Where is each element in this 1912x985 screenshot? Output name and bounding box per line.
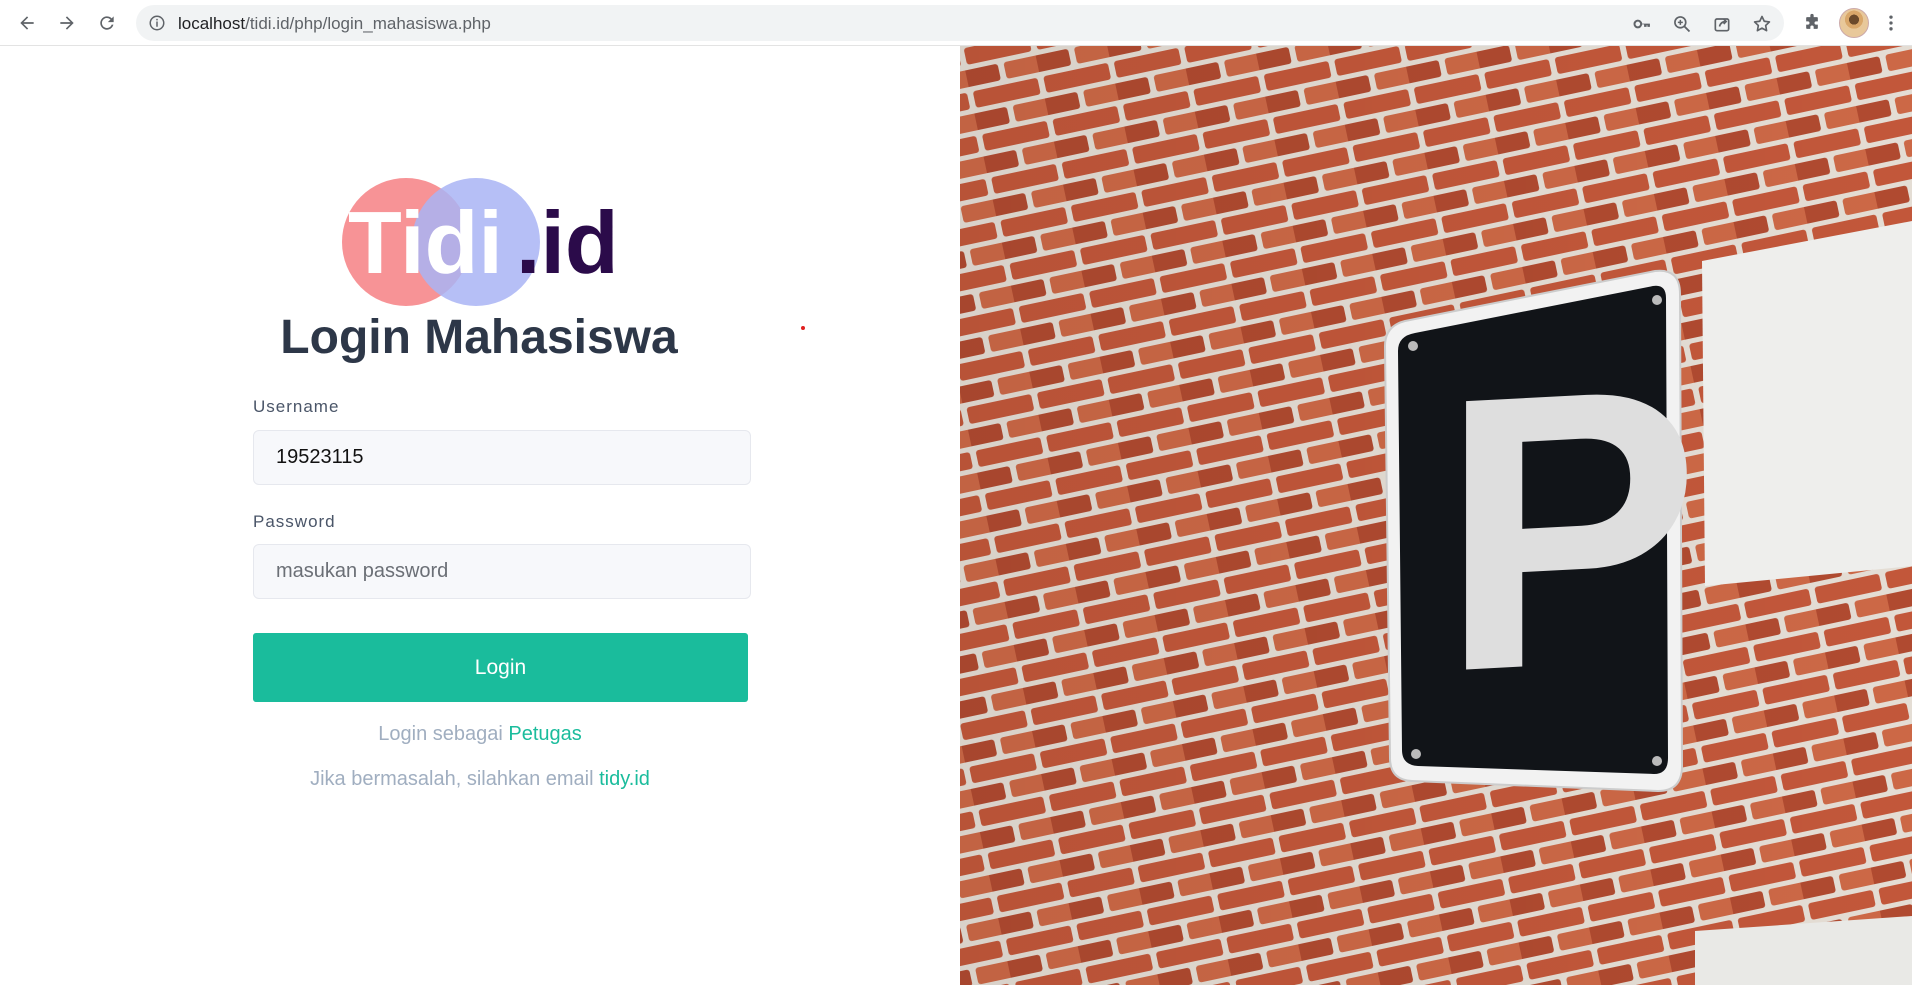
share-icon: [1714, 18, 1730, 32]
password-input[interactable]: [253, 544, 751, 599]
petugas-link[interactable]: Petugas: [508, 723, 581, 745]
more-vert-icon: [1889, 15, 1893, 31]
url-text: localhost/tidi.id/php/login_mahasiswa.ph…: [178, 14, 491, 34]
password-label: Password: [253, 512, 336, 531]
profile-avatar[interactable]: [1839, 8, 1869, 38]
share-button[interactable]: [1710, 12, 1734, 36]
extensions-button[interactable]: [1799, 10, 1825, 36]
help-prefix: Jika bermasalah, silahkan email: [310, 768, 600, 790]
reload-icon: [100, 16, 114, 30]
zoom-button[interactable]: [1670, 12, 1694, 36]
email-link[interactable]: tidy.id: [599, 768, 650, 790]
address-bar[interactable]: localhost/tidi.id/php/login_mahasiswa.ph…: [136, 5, 1784, 41]
forward-button[interactable]: [51, 7, 83, 39]
url-path: /tidi.id/php/login_mahasiswa.php: [245, 14, 491, 33]
back-button[interactable]: [11, 7, 43, 39]
arrow-left-icon: [20, 16, 34, 30]
username-label: Username: [253, 397, 340, 416]
puzzle-icon: [1806, 13, 1818, 29]
tidi-logo: Tidi .id: [342, 178, 619, 306]
red-dot-marker: [801, 326, 805, 330]
help-text: Jika bermasalah, silahkan email tidy.id: [0, 768, 960, 791]
login-button[interactable]: Login: [253, 633, 748, 702]
login-panel: Tidi .id Login Mahasiswa Username Passwo…: [0, 46, 960, 985]
star-icon: [1753, 15, 1771, 32]
key-icon: [1633, 19, 1650, 29]
alt-login-text: Login sebagai Petugas: [0, 723, 960, 746]
info-icon[interactable]: [148, 14, 166, 32]
reload-button[interactable]: [91, 7, 123, 39]
username-input[interactable]: [253, 430, 751, 485]
parking-sign: P: [1383, 269, 1700, 793]
logo-text-suffix: .id: [516, 193, 619, 292]
url-host: localhost: [178, 14, 246, 33]
bookmark-button[interactable]: [1750, 12, 1774, 36]
hero-image: P: [960, 46, 1912, 985]
brick-wall-illustration: P: [960, 46, 1912, 985]
browser-menu-button[interactable]: [1878, 10, 1904, 36]
password-key-button[interactable]: [1630, 12, 1654, 36]
logo-text-main: Tidi: [348, 193, 503, 292]
zoom-in-icon: [1674, 16, 1691, 33]
parking-letter: P: [1440, 304, 1700, 753]
alt-login-prefix: Login sebagai: [378, 723, 509, 745]
browser-toolbar: localhost/tidi.id/php/login_mahasiswa.ph…: [0, 0, 1912, 46]
arrow-right-icon: [60, 16, 74, 30]
page-title: Login Mahasiswa: [280, 311, 678, 364]
